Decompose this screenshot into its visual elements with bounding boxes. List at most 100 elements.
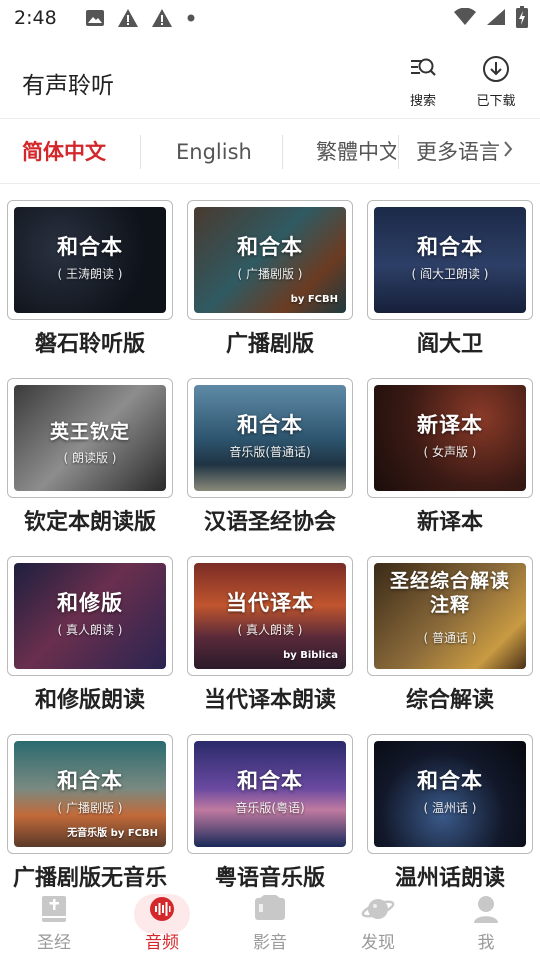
downloaded-button[interactable]: 已下载: [468, 54, 524, 109]
thumb-title: 和合本: [57, 769, 123, 793]
audio-card[interactable]: 和合本 音乐版(粤语) 粤语音乐版: [187, 734, 353, 892]
planet-icon: [360, 892, 396, 926]
thumb-title: 和合本: [237, 235, 303, 259]
card-thumbnail: 和合本 ( 王涛朗读 ): [7, 200, 173, 320]
audio-card[interactable]: 英王钦定 ( 朗读版 ) 钦定本朗读版: [7, 378, 173, 536]
audio-card[interactable]: 和合本 ( 广播剧版 ) 无音乐版 by FCBH 广播剧版无音乐: [7, 734, 173, 892]
nav-label: 音频: [145, 933, 179, 953]
audio-card[interactable]: 和合本 ( 广播剧版 ) by FCBH 广播剧版: [187, 200, 353, 358]
nav-item-bible[interactable]: 圣经: [4, 892, 104, 953]
dot-icon: [185, 12, 197, 24]
chevron-right-icon: [502, 119, 514, 185]
thumb-subtitle: ( 真人朗读 ): [237, 623, 303, 637]
thumb-subtitle: ( 普通话 ): [423, 631, 477, 645]
bottom-nav: 圣经 音频 影音 发现 我: [0, 888, 540, 960]
thumb-title: 和合本: [417, 769, 483, 793]
thumb-title: 和修版: [57, 591, 123, 615]
tab-english[interactable]: English: [176, 119, 252, 185]
audio-card[interactable]: 和合本 ( 温州话 ) 温州话朗读: [367, 734, 533, 892]
nav-item-video[interactable]: 影音: [220, 892, 320, 953]
card-thumbnail: 当代译本 ( 真人朗读 ) by Biblica: [187, 556, 353, 676]
thumb-credit: by FCBH: [290, 294, 338, 305]
nav-item-audio[interactable]: 音频: [112, 892, 212, 953]
nav-item-me[interactable]: 我: [436, 892, 536, 953]
status-bar: 2:48: [0, 0, 540, 36]
signal-icon: [486, 8, 506, 26]
card-thumbnail: 英王钦定 ( 朗读版 ): [7, 378, 173, 498]
card-label: 当代译本朗读: [203, 688, 336, 713]
tab-divider: [140, 135, 141, 169]
downloaded-label: 已下载: [476, 94, 516, 109]
card-thumbnail: 和合本 ( 广播剧版 ) by FCBH: [187, 200, 353, 320]
bible-icon: [36, 892, 72, 926]
user-icon: [468, 892, 504, 926]
thumb-subtitle: ( 王涛朗读 ): [57, 267, 123, 281]
tab-divider: [398, 135, 399, 169]
language-tabs: 简体中文 English 繁體中文 更多语言: [0, 118, 540, 184]
thumb-subtitle: ( 女声版 ): [423, 445, 477, 459]
search-button[interactable]: 搜索: [395, 54, 451, 109]
card-thumbnail: 新译本 ( 女声版 ): [367, 378, 533, 498]
card-label: 新译本: [416, 510, 483, 535]
page-title: 有声聆听: [22, 73, 114, 99]
warning-icon: [117, 8, 139, 28]
search-label: 搜索: [409, 94, 436, 109]
nav-label: 我: [477, 933, 495, 953]
audio-card[interactable]: 圣经综合解读注释 ( 普通话 ) 综合解读: [367, 556, 533, 714]
audio-card[interactable]: 新译本 ( 女声版 ) 新译本: [367, 378, 533, 536]
card-label: 汉语圣经协会: [203, 510, 336, 535]
card-thumbnail: 和合本 ( 阎大卫朗读 ): [367, 200, 533, 320]
card-label: 钦定本朗读版: [23, 510, 156, 535]
audio-card[interactable]: 和合本 音乐版(普通话) 汉语圣经协会: [187, 378, 353, 536]
card-label: 广播剧版: [225, 332, 314, 357]
tab-divider: [282, 135, 283, 169]
thumb-subtitle: ( 温州话 ): [423, 801, 477, 815]
thumb-subtitle: ( 阎大卫朗读 ): [411, 267, 489, 281]
thumb-title: 和合本: [237, 413, 303, 437]
thumb-subtitle: ( 真人朗读 ): [57, 623, 123, 637]
video-icon: [252, 892, 288, 926]
thumb-subtitle: 音乐版(粤语): [235, 801, 305, 815]
thumb-title: 新译本: [417, 413, 483, 437]
search-icon: [408, 54, 438, 88]
tab-simplified-chinese[interactable]: 简体中文: [22, 119, 106, 185]
thumb-title: 当代译本: [226, 591, 314, 615]
thumb-title: 和合本: [417, 235, 483, 259]
card-label: 阎大卫: [416, 332, 483, 357]
wifi-icon: [454, 8, 476, 26]
thumb-credit: 无音乐版 by FCBH: [67, 828, 158, 839]
tab-more-languages[interactable]: 更多语言: [416, 119, 514, 185]
warning-icon: [151, 8, 173, 28]
thumb-subtitle: 音乐版(普通话): [229, 445, 311, 459]
image-icon: [85, 9, 105, 27]
audio-card[interactable]: 和修版 ( 真人朗读 ) 和修版朗读: [7, 556, 173, 714]
status-time: 2:48: [14, 7, 57, 29]
download-icon: [481, 54, 511, 88]
thumb-subtitle: ( 广播剧版 ): [237, 267, 303, 281]
battery-charging-icon: [516, 6, 528, 28]
tab-more-label: 更多语言: [416, 140, 500, 164]
thumb-subtitle: ( 朗读版 ): [63, 451, 117, 465]
card-thumbnail: 和合本 音乐版(普通话): [187, 378, 353, 498]
thumb-credit: by Biblica: [283, 650, 338, 661]
audio-icon: [144, 892, 180, 926]
thumb-title: 英王钦定: [49, 421, 130, 443]
thumb-title: 和合本: [237, 769, 303, 793]
audio-card[interactable]: 和合本 ( 阎大卫朗读 ) 阎大卫: [367, 200, 533, 358]
nav-label: 影音: [253, 933, 287, 953]
audio-card[interactable]: 当代译本 ( 真人朗读 ) by Biblica 当代译本朗读: [187, 556, 353, 714]
card-thumbnail: 圣经综合解读注释 ( 普通话 ): [367, 556, 533, 676]
nav-label: 发现: [361, 933, 395, 953]
thumb-title: 和合本: [57, 235, 123, 259]
app-header: 有声聆听 搜索 已下载: [0, 46, 540, 116]
card-label: 磐石聆听版: [34, 332, 145, 357]
card-label: 和修版朗读: [34, 688, 145, 713]
tab-traditional-chinese[interactable]: 繁體中文: [316, 119, 396, 185]
nav-label: 圣经: [37, 933, 71, 953]
card-thumbnail: 和合本 音乐版(粤语): [187, 734, 353, 854]
audio-card[interactable]: 和合本 ( 王涛朗读 ) 磐石聆听版: [7, 200, 173, 358]
card-thumbnail: 和修版 ( 真人朗读 ): [7, 556, 173, 676]
nav-item-discover[interactable]: 发现: [328, 892, 428, 953]
card-thumbnail: 和合本 ( 广播剧版 ) 无音乐版 by FCBH: [7, 734, 173, 854]
card-thumbnail: 和合本 ( 温州话 ): [367, 734, 533, 854]
